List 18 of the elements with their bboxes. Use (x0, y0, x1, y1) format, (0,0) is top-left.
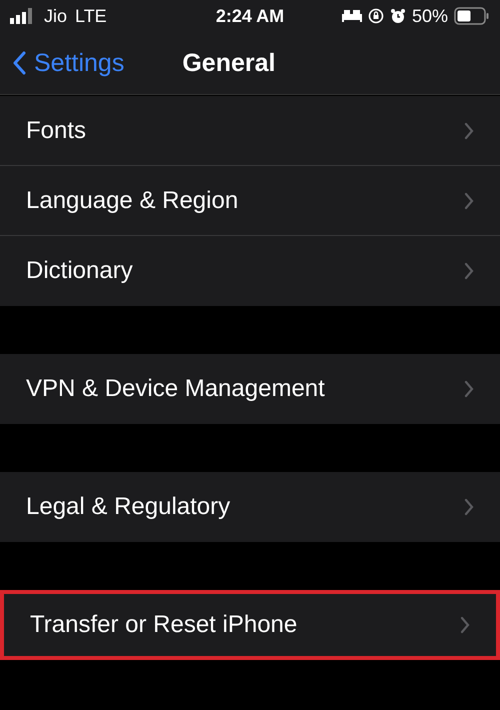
battery-icon (454, 7, 490, 25)
chevron-icon (464, 380, 474, 398)
network-type: LTE (75, 6, 107, 26)
battery-percent: 50% (412, 6, 448, 26)
chevron-icon (464, 498, 474, 516)
chevron-icon (464, 192, 474, 210)
back-button[interactable]: Settings (12, 48, 124, 78)
page-title: General (182, 48, 276, 78)
back-chevron-icon (12, 51, 26, 75)
chevron-icon (464, 122, 474, 140)
chevron-icon (460, 616, 470, 634)
status-time: 2:24 AM (214, 6, 286, 26)
rotation-lock-icon (368, 8, 384, 24)
bed-icon (342, 10, 362, 22)
alarm-icon (390, 8, 406, 24)
carrier-name: Jio (44, 6, 68, 26)
chevron-icon (464, 262, 474, 280)
settings-row[interactable]: Transfer or Reset iPhone (0, 590, 500, 660)
